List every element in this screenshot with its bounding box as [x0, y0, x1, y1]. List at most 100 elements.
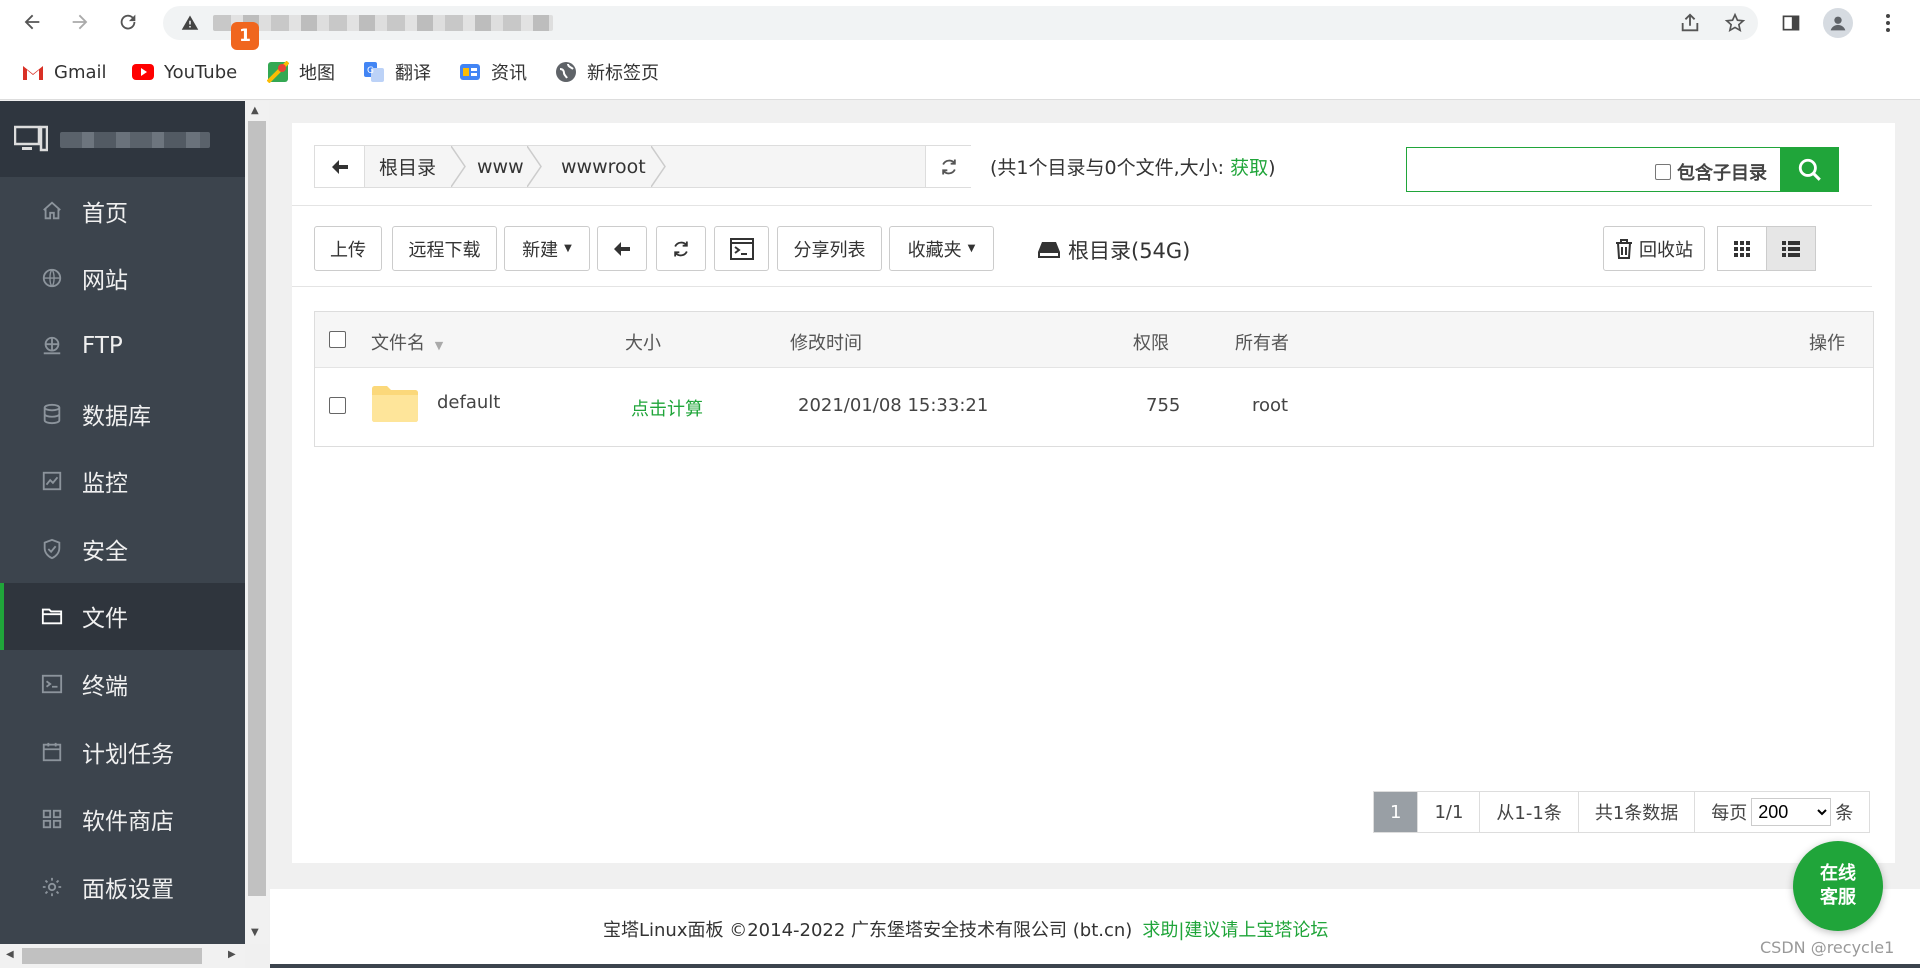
file-table: 文件名 ▼ 大小 修改时间 权限 所有者 操作 default 点击计算 202…	[314, 311, 1874, 447]
menu-dots-icon[interactable]	[1873, 8, 1903, 38]
list-view-button[interactable]	[1766, 226, 1816, 271]
upload-button[interactable]: 上传	[314, 226, 382, 271]
pagination: 1 1/1 从1-1条 共1条数据 每页 200 条	[1373, 791, 1871, 833]
notification-badge[interactable]: 1	[231, 22, 259, 50]
gmail-icon	[22, 61, 44, 83]
browser-toolbar	[0, 0, 1920, 44]
grid-icon	[1734, 240, 1750, 257]
sidebar-item-terminal[interactable]: 终端	[0, 650, 245, 718]
crumb-www[interactable]: www	[477, 146, 524, 187]
bookmark-translate[interactable]: G 翻译	[363, 58, 431, 86]
sidebar-item-cron[interactable]: 计划任务	[0, 718, 245, 786]
sidebar-item-store[interactable]: 软件商店	[0, 785, 245, 853]
forum-link[interactable]: 求助|建议请上宝塔论坛	[1142, 920, 1328, 941]
calc-size-link[interactable]: 点击计算	[631, 395, 703, 421]
bookmark-news[interactable]: 资讯	[459, 58, 527, 86]
disk-root[interactable]: 根目录(54G)	[1038, 235, 1190, 265]
bookmark-gmail[interactable]: Gmail	[22, 58, 107, 86]
star-icon[interactable]	[1723, 11, 1747, 35]
globe-icon	[40, 266, 64, 290]
header-perm[interactable]: 权限	[1133, 329, 1169, 355]
search-input[interactable]	[1407, 148, 1647, 191]
h-scrollbar-thumb[interactable]	[22, 948, 202, 964]
crumb-wwwroot[interactable]: wwwroot	[561, 146, 646, 187]
file-name[interactable]: default	[437, 392, 500, 413]
refresh-list-button[interactable]	[656, 226, 706, 271]
file-perm[interactable]: 755	[1146, 395, 1180, 416]
table-header: 文件名 ▼ 大小 修改时间 权限 所有者 操作	[315, 312, 1873, 368]
home-icon	[40, 199, 64, 223]
scroll-up-icon[interactable]: ▲	[251, 105, 259, 116]
reload-icon[interactable]	[114, 8, 142, 36]
page-current[interactable]: 1	[1374, 792, 1419, 832]
profile-avatar[interactable]	[1823, 8, 1853, 38]
header-size[interactable]: 大小	[625, 329, 661, 355]
path-back-button[interactable]	[315, 146, 365, 187]
shield-icon	[40, 537, 64, 561]
favorites-dropdown-button[interactable]: 收藏夹 ▼	[889, 226, 994, 271]
sidebar-item-security[interactable]: 安全	[0, 515, 245, 583]
folder-icon	[372, 386, 418, 422]
list-icon	[1782, 240, 1800, 257]
divider	[292, 205, 1872, 206]
remote-download-button[interactable]: 远程下载	[392, 226, 497, 271]
header-mtime[interactable]: 修改时间	[790, 329, 862, 355]
sidebar-header	[0, 101, 245, 177]
file-owner[interactable]: root	[1252, 395, 1288, 416]
share-list-button[interactable]: 分享列表	[777, 226, 882, 271]
online-service-button[interactable]: 在线 客服	[1793, 841, 1883, 931]
table-row[interactable]: default 点击计算 2021/01/08 15:33:21 755 roo…	[315, 369, 1873, 447]
scroll-right-icon[interactable]: ▶	[228, 949, 236, 960]
sidebar-h-scrollbar[interactable]: ◀ ▶	[0, 944, 245, 968]
sidebar-item-database[interactable]: 数据库	[0, 380, 245, 448]
row-checkbox[interactable]	[329, 397, 346, 414]
caret-down-icon: ▼	[564, 243, 572, 254]
recycle-bin-button[interactable]: 回收站	[1603, 226, 1705, 271]
sidebar-item-settings[interactable]: 面板设置	[0, 853, 245, 921]
gear-icon	[40, 875, 64, 899]
back-icon[interactable]	[18, 8, 46, 36]
sidebar-item-ftp[interactable]: FTP	[0, 312, 245, 380]
sidebar-item-website[interactable]: 网站	[0, 245, 245, 313]
header-owner[interactable]: 所有者	[1235, 329, 1289, 355]
include-subdir-checkbox[interactable]: 包含子目录	[1655, 159, 1767, 185]
address-bar[interactable]	[163, 6, 1758, 40]
checkbox[interactable]	[1655, 164, 1671, 180]
per-page-select[interactable]: 200	[1751, 798, 1832, 826]
bookmark-new-tab[interactable]: 新标签页	[555, 58, 659, 86]
crumb-root[interactable]: 根目录	[379, 146, 436, 187]
bookmarks-bar: Gmail YouTube 地图 G 翻译 资讯 新标签页	[0, 44, 1920, 100]
sidebar-item-files[interactable]: 文件	[0, 582, 245, 651]
select-all-checkbox[interactable]	[329, 331, 346, 348]
terminal-icon	[729, 237, 754, 260]
search-button[interactable]	[1781, 147, 1839, 192]
header-name[interactable]: 文件名 ▼	[371, 329, 443, 355]
bookmark-youtube[interactable]: YouTube	[132, 58, 237, 86]
share-icon[interactable]	[1678, 11, 1702, 35]
grid-view-button[interactable]	[1717, 226, 1767, 271]
svg-text:G: G	[367, 66, 374, 76]
header-ops: 操作	[1809, 333, 1845, 354]
scroll-left-icon[interactable]: ◀	[6, 949, 14, 960]
page-count: 1/1	[1418, 792, 1481, 832]
sidebar-scrollbar[interactable]: ▲ ▼	[245, 101, 269, 944]
crumb-separator	[451, 146, 466, 187]
new-dropdown-button[interactable]: 新建 ▼	[504, 226, 590, 271]
bottom-bar	[270, 964, 1920, 968]
get-size-link[interactable]: 获取	[1230, 157, 1268, 179]
globe-icon	[555, 61, 577, 83]
side-panel-icon[interactable]	[1776, 8, 1806, 38]
back-dir-button[interactable]	[597, 226, 647, 271]
path-refresh-button[interactable]	[925, 146, 971, 187]
maps-icon	[267, 61, 289, 83]
sidebar-menu: 首页 网站 FTP 数据库 监控 安全 文件 终端 计划任务 软件商店 面板设置	[0, 177, 245, 921]
scroll-down-icon[interactable]: ▼	[251, 927, 259, 938]
scrollbar-thumb[interactable]	[248, 121, 266, 896]
url-redacted	[213, 15, 553, 31]
sidebar-item-home[interactable]: 首页	[0, 177, 245, 245]
folder-icon	[40, 604, 64, 628]
terminal-button[interactable]	[714, 226, 769, 271]
bookmark-maps[interactable]: 地图	[267, 58, 335, 86]
sidebar-item-monitor[interactable]: 监控	[0, 447, 245, 515]
forward-icon[interactable]	[66, 8, 94, 36]
